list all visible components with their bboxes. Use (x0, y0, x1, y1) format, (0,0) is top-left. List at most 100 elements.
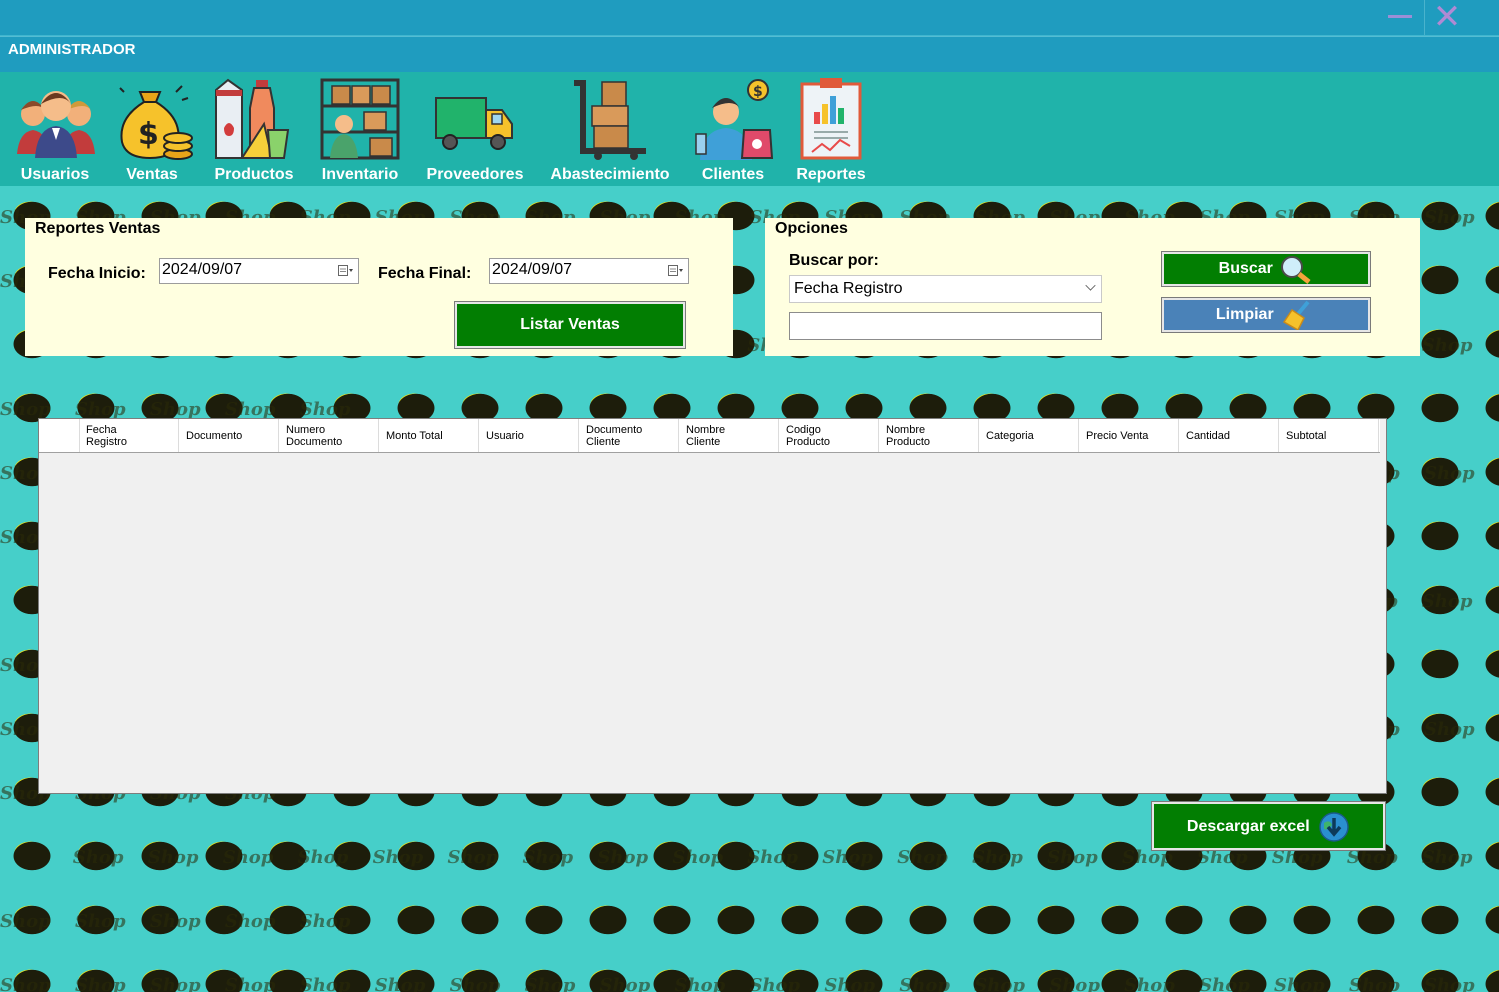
header-bar: ADMINISTRADOR (0, 36, 1499, 73)
download-excel-label: Descargar excel (1186, 818, 1310, 835)
start-date-label: Fecha Inicio: (48, 265, 146, 282)
column-header-label: Documento (186, 430, 242, 442)
column-header-label: Nombre Cliente (686, 424, 725, 448)
column-header-label: Usuario (486, 430, 524, 442)
menu-item-usuarios[interactable]: Usuarios (10, 78, 100, 184)
menu-item-abastecimiento[interactable]: Abastecimiento (548, 78, 672, 184)
user-role-label: ADMINISTRADOR (8, 41, 136, 58)
column-header[interactable]: Fecha Registro (79, 419, 179, 452)
column-header-text: Documento (186, 429, 243, 442)
column-header-text: Subtotal (1286, 429, 1327, 442)
column-header-text: Fecha (86, 423, 117, 436)
column-header[interactable]: Documento Cliente (579, 419, 679, 452)
close-icon[interactable]: ✕ (1431, 0, 1463, 34)
menu-item-label: Productos (214, 166, 294, 183)
column-header[interactable]: Monto Total (379, 419, 479, 452)
grid-header-row: Fecha Registro Documento Numero Documento Mon… (39, 419, 1380, 453)
column-header-text: Precio Venta (1086, 429, 1149, 442)
column-header[interactable]: Nombre Cliente (679, 419, 779, 452)
delivery-truck-icon (435, 97, 513, 150)
money-bag-icon: $ (119, 85, 193, 160)
column-header[interactable]: Subtotal (1279, 419, 1379, 452)
options-panel: Opciones Buscar por: Fecha Registro Busc… (765, 218, 1420, 356)
download-globe-icon (1319, 812, 1349, 842)
report-clipboard-icon (800, 78, 862, 160)
grid-row-header[interactable] (39, 419, 80, 452)
search-by-value: Fecha Registro (794, 280, 903, 297)
menu-item-label: Proveedores (426, 166, 524, 183)
menu-item-productos[interactable]: Productos (210, 78, 298, 184)
minimize-icon[interactable] (1384, 2, 1416, 32)
search-button-label: Buscar (1218, 260, 1273, 278)
column-header-label: Monto Total (386, 430, 443, 442)
menu-item-ventas[interactable]: $ Ventas (110, 78, 194, 184)
column-header-label: Numero Documento (286, 424, 342, 448)
groceries-icon (215, 78, 290, 159)
download-excel-button[interactable]: Descargar excel (1151, 801, 1386, 851)
calendar-dropdown-icon[interactable] (338, 264, 354, 278)
column-header-text: Cliente (686, 435, 721, 448)
end-date-picker[interactable]: 2024/09/07 (489, 258, 689, 284)
main-menu: Usuarios $ Ventas Productos Inventario P… (0, 72, 1499, 186)
clear-button-label: Limpiar (1215, 306, 1274, 324)
column-header[interactable]: Codigo Producto (779, 419, 879, 452)
title-bar-divider (1424, 0, 1425, 35)
column-header[interactable]: Categoria (979, 419, 1079, 452)
inventory-icon (320, 78, 400, 160)
menu-item-label: Clientes (701, 166, 765, 183)
column-header-label: Subtotal (1286, 430, 1326, 442)
menu-item-label: Reportes (796, 166, 866, 183)
users-icon (17, 91, 95, 158)
menu-item-label: Inventario (321, 166, 399, 183)
menu-item-label: Usuarios (20, 166, 90, 183)
column-header-label: Nombre Producto (886, 424, 930, 448)
calendar-dropdown-icon[interactable] (668, 264, 684, 278)
column-header-label: Documento Cliente (586, 424, 642, 448)
column-header-text: Categoria (986, 429, 1034, 442)
broom-icon (1283, 300, 1310, 332)
search-button[interactable]: Buscar (1161, 251, 1371, 287)
sales-report-grid[interactable]: Fecha Registro Documento Numero Documento Mon… (38, 418, 1387, 794)
panel-title: Opciones (775, 220, 848, 237)
report-sales-panel: Reportes Ventas Fecha Inicio: 2024/09/07… (25, 218, 733, 356)
svg-text:$: $ (138, 117, 159, 152)
column-header-label: Fecha Registro (86, 424, 127, 448)
column-header-text: Registro (86, 435, 127, 448)
column-header[interactable]: Documento (179, 419, 279, 452)
column-header-label: Precio Venta (1086, 430, 1148, 442)
column-header-text: Codigo (786, 423, 821, 436)
column-header-text: Cantidad (1186, 429, 1231, 442)
column-header-label: Codigo Producto (786, 424, 830, 448)
search-by-select[interactable]: Fecha Registro (789, 275, 1102, 303)
menu-item-label: Ventas (126, 166, 178, 183)
search-icon (1281, 256, 1311, 284)
menu-item-reportes[interactable]: Reportes (792, 78, 870, 184)
column-header-text: Nombre (686, 423, 726, 436)
column-header[interactable]: Nombre Producto (879, 419, 979, 452)
menu-item-proveedores[interactable]: Proveedores (424, 78, 526, 184)
end-date-label: Fecha Final: (378, 265, 472, 282)
search-input[interactable] (789, 312, 1102, 340)
start-date-picker[interactable]: 2024/09/07 (159, 258, 359, 284)
svg-text:$: $ (753, 84, 763, 100)
title-bar: ✕ (0, 0, 1499, 36)
column-header[interactable]: Precio Venta (1079, 419, 1179, 452)
clear-button[interactable]: Limpiar (1161, 297, 1371, 333)
column-header[interactable]: Usuario (479, 419, 579, 452)
column-header[interactable]: Numero Documento (279, 419, 379, 452)
menu-item-clientes[interactable]: $ Clientes (692, 78, 774, 184)
column-header[interactable]: Cantidad (1179, 419, 1279, 452)
menu-item-inventario[interactable]: Inventario (314, 78, 406, 184)
menu-item-label: Abastecimiento (550, 166, 670, 183)
panel-title: Reportes Ventas (35, 220, 161, 237)
list-sales-button[interactable]: Listar Ventas (454, 301, 686, 349)
column-header-text: Cliente (586, 435, 621, 448)
column-header-text: Nombre (886, 423, 926, 436)
column-header-text: Usuario (486, 429, 524, 442)
column-header-text: Numero (286, 423, 326, 436)
chevron-down-icon (1085, 280, 1096, 291)
search-by-label: Buscar por: (789, 252, 879, 269)
column-header-text: Monto Total (386, 429, 443, 442)
hand-truck-icon (574, 80, 646, 160)
end-date-value: 2024/09/07 (492, 261, 573, 278)
